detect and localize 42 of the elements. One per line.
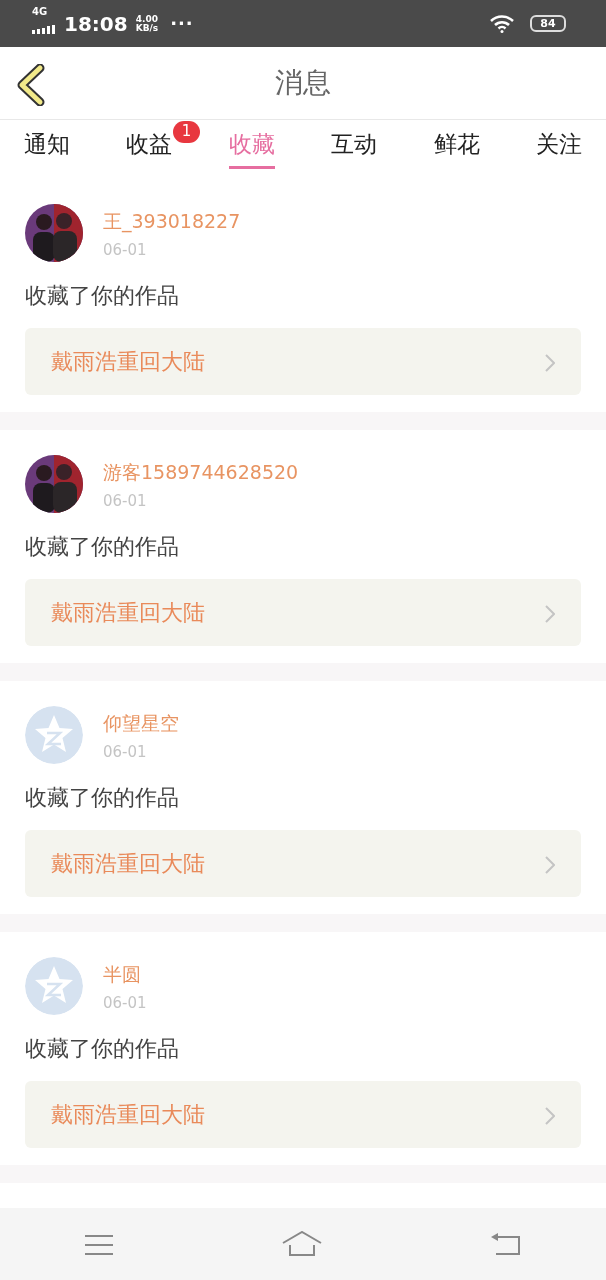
user-name[interactable]: 半圆 — [103, 963, 147, 986]
message-date: 06-01 — [103, 741, 148, 763]
message-date: 06-01 — [103, 992, 147, 1014]
default-avatar-icon — [25, 706, 83, 764]
chevron-right-icon — [545, 353, 555, 372]
user-name[interactable]: 仰望星空 — [103, 712, 179, 735]
work-link[interactable]: 戴雨浩重回大陆 — [25, 578, 581, 646]
back-nav-button[interactable] — [490, 1231, 522, 1257]
chevron-right-icon — [545, 1106, 555, 1125]
message-text: 收藏了你的作品 — [25, 1035, 180, 1063]
tab[interactable]: 收藏 — [228, 130, 275, 169]
status-time: 18:08 — [64, 10, 128, 38]
count-badge: 1 — [172, 121, 201, 143]
work-link[interactable]: 戴雨浩重回大陆 — [25, 327, 581, 395]
tab[interactable]: 通知 — [24, 130, 70, 169]
home-button[interactable] — [282, 1231, 322, 1257]
work-link[interactable]: 戴雨浩重回大陆 — [25, 829, 581, 897]
tab[interactable]: 收益 — [126, 130, 173, 169]
tab[interactable]: 关注 — [535, 130, 582, 169]
wifi-icon — [490, 15, 514, 33]
signal-icon — [32, 24, 56, 34]
work-link[interactable]: 戴雨浩重回大陆 — [25, 1080, 581, 1148]
speed-unit: KB/s — [135, 23, 159, 33]
message-date: 06-01 — [103, 490, 148, 512]
chevron-right-icon — [545, 604, 555, 623]
speed-value: 4.00 — [135, 14, 159, 24]
chevron-right-icon — [545, 855, 555, 874]
user-name[interactable]: 王_393018227 — [103, 210, 241, 233]
more-indicator: ··· — [170, 12, 194, 36]
message-text: 收藏了你的作品 — [25, 533, 180, 561]
back-button[interactable] — [16, 64, 46, 106]
user-name[interactable]: 游客1589744628520 — [103, 461, 299, 484]
tab[interactable]: 鲜花 — [433, 130, 480, 169]
message-text: 收藏了你的作品 — [25, 784, 180, 812]
tab[interactable]: 互动 — [331, 130, 378, 169]
network-label: 4G — [32, 6, 49, 17]
menu-button[interactable] — [84, 1232, 114, 1256]
message-date: 06-01 — [103, 239, 148, 261]
default-avatar-icon — [25, 957, 83, 1015]
page-title: 消息 — [275, 65, 331, 101]
message-text: 收藏了你的作品 — [25, 282, 180, 310]
battery-indicator: 84 — [530, 15, 566, 32]
